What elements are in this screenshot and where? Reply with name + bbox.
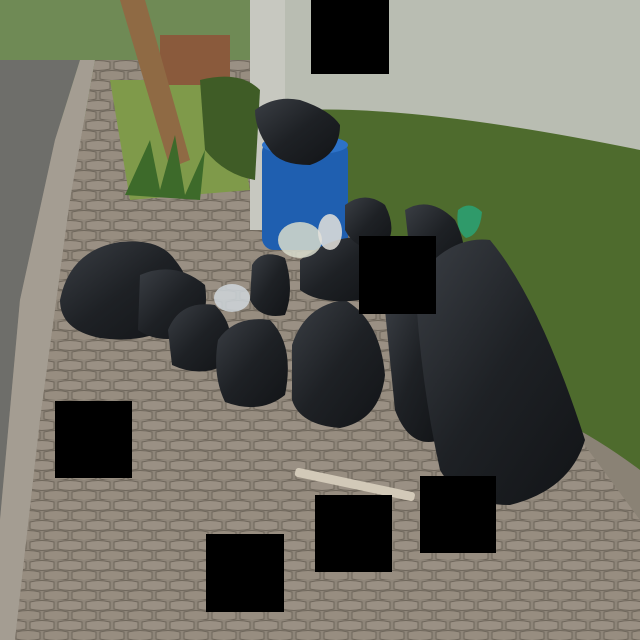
- clear-bag: [214, 284, 250, 312]
- clear-bag: [278, 222, 322, 258]
- redaction-box: [315, 495, 392, 572]
- photo-scene: [0, 0, 640, 640]
- redaction-box: [359, 236, 436, 314]
- redaction-box: [55, 401, 132, 478]
- garbage-bag: [250, 254, 290, 316]
- redaction-box: [311, 0, 389, 74]
- redaction-box: [206, 534, 284, 612]
- clear-bag: [318, 214, 342, 250]
- redaction-box: [420, 476, 496, 553]
- garbage-bag: [216, 319, 288, 408]
